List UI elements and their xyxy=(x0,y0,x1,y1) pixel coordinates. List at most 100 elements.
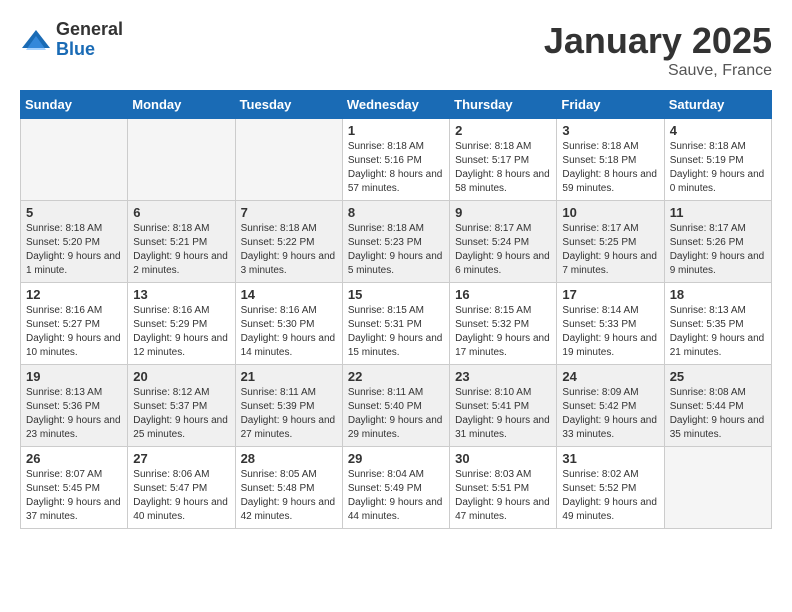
day-number: 5 xyxy=(26,205,122,220)
day-number: 15 xyxy=(348,287,444,302)
weekday-header: Monday xyxy=(128,91,235,119)
weekday-header: Saturday xyxy=(664,91,771,119)
calendar-day-cell: 3 Sunrise: 8:18 AM Sunset: 5:18 PM Daylig… xyxy=(557,119,664,201)
title-block: January 2025 Sauve, France xyxy=(544,20,772,80)
day-number: 23 xyxy=(455,369,551,384)
calendar-week-row: 26 Sunrise: 8:07 AM Sunset: 5:45 PM Dayli… xyxy=(21,447,772,529)
day-info: Sunrise: 8:13 AM Sunset: 5:35 PM Dayligh… xyxy=(670,304,766,360)
calendar-day-cell: 14 Sunrise: 8:16 AM Sunset: 5:30 PM Dayli… xyxy=(235,283,342,365)
day-number: 28 xyxy=(241,451,337,466)
calendar-day-cell: 1 Sunrise: 8:18 AM Sunset: 5:16 PM Daylig… xyxy=(342,119,449,201)
day-info: Sunrise: 8:12 AM Sunset: 5:37 PM Dayligh… xyxy=(133,386,229,442)
day-info: Sunrise: 8:08 AM Sunset: 5:44 PM Dayligh… xyxy=(670,386,766,442)
day-number: 1 xyxy=(348,123,444,138)
day-number: 22 xyxy=(348,369,444,384)
day-info: Sunrise: 8:18 AM Sunset: 5:18 PM Dayligh… xyxy=(562,140,658,196)
logo-text: General Blue xyxy=(56,20,123,60)
day-info: Sunrise: 8:09 AM Sunset: 5:42 PM Dayligh… xyxy=(562,386,658,442)
logo-general-text: General xyxy=(56,20,123,40)
calendar-day-cell: 17 Sunrise: 8:14 AM Sunset: 5:33 PM Dayli… xyxy=(557,283,664,365)
day-number: 26 xyxy=(26,451,122,466)
day-info: Sunrise: 8:16 AM Sunset: 5:27 PM Dayligh… xyxy=(26,304,122,360)
calendar-day-cell: 27 Sunrise: 8:06 AM Sunset: 5:47 PM Dayli… xyxy=(128,447,235,529)
day-number: 8 xyxy=(348,205,444,220)
calendar-day-cell: 6 Sunrise: 8:18 AM Sunset: 5:21 PM Daylig… xyxy=(128,201,235,283)
calendar-day-cell xyxy=(21,119,128,201)
logo-icon xyxy=(20,26,52,54)
day-number: 16 xyxy=(455,287,551,302)
day-info: Sunrise: 8:05 AM Sunset: 5:48 PM Dayligh… xyxy=(241,468,337,524)
calendar-day-cell: 5Sunrise: 8:18 AM Sunset: 5:20 PM Daylig… xyxy=(21,201,128,283)
calendar-day-cell xyxy=(664,447,771,529)
day-info: Sunrise: 8:16 AM Sunset: 5:30 PM Dayligh… xyxy=(241,304,337,360)
day-info: Sunrise: 8:17 AM Sunset: 5:24 PM Dayligh… xyxy=(455,222,551,278)
day-number: 10 xyxy=(562,205,658,220)
weekday-header: Friday xyxy=(557,91,664,119)
calendar-day-cell: 21Sunrise: 8:11 AM Sunset: 5:39 PM Dayli… xyxy=(235,365,342,447)
day-number: 14 xyxy=(241,287,337,302)
calendar-day-cell: 15 Sunrise: 8:15 AM Sunset: 5:31 PM Dayli… xyxy=(342,283,449,365)
day-number: 13 xyxy=(133,287,229,302)
day-info: Sunrise: 8:15 AM Sunset: 5:32 PM Dayligh… xyxy=(455,304,551,360)
calendar-day-cell: 20 Sunrise: 8:12 AM Sunset: 5:37 PM Dayli… xyxy=(128,365,235,447)
day-number: 6 xyxy=(133,205,229,220)
day-number: 29 xyxy=(348,451,444,466)
logo-blue-text: Blue xyxy=(56,40,123,60)
calendar-day-cell: 24 Sunrise: 8:09 AM Sunset: 5:42 PM Dayli… xyxy=(557,365,664,447)
calendar-day-cell: 31Sunrise: 8:02 AM Sunset: 5:52 PM Dayli… xyxy=(557,447,664,529)
day-number: 25 xyxy=(670,369,766,384)
day-number: 7 xyxy=(241,205,337,220)
day-info: Sunrise: 8:18 AM Sunset: 5:23 PM Dayligh… xyxy=(348,222,444,278)
day-info: Sunrise: 8:17 AM Sunset: 5:26 PM Dayligh… xyxy=(670,222,766,278)
calendar-day-cell: 11 Sunrise: 8:17 AM Sunset: 5:26 PM Dayli… xyxy=(664,201,771,283)
calendar-table: SundayMondayTuesdayWednesdayThursdayFrid… xyxy=(20,90,772,529)
calendar-day-cell: 29Sunrise: 8:04 AM Sunset: 5:49 PM Dayli… xyxy=(342,447,449,529)
day-number: 11 xyxy=(670,205,766,220)
day-info: Sunrise: 8:15 AM Sunset: 5:31 PM Dayligh… xyxy=(348,304,444,360)
calendar-day-cell: 9 Sunrise: 8:17 AM Sunset: 5:24 PM Daylig… xyxy=(450,201,557,283)
calendar-day-cell: 12 Sunrise: 8:16 AM Sunset: 5:27 PM Dayli… xyxy=(21,283,128,365)
day-info: Sunrise: 8:18 AM Sunset: 5:16 PM Dayligh… xyxy=(348,140,444,196)
day-number: 2 xyxy=(455,123,551,138)
calendar-week-row: 12 Sunrise: 8:16 AM Sunset: 5:27 PM Dayli… xyxy=(21,283,772,365)
calendar-week-row: 1 Sunrise: 8:18 AM Sunset: 5:16 PM Daylig… xyxy=(21,119,772,201)
day-info: Sunrise: 8:18 AM Sunset: 5:19 PM Dayligh… xyxy=(670,140,766,196)
day-number: 18 xyxy=(670,287,766,302)
weekday-header: Sunday xyxy=(21,91,128,119)
weekday-header: Wednesday xyxy=(342,91,449,119)
day-number: 20 xyxy=(133,369,229,384)
weekday-header: Tuesday xyxy=(235,91,342,119)
calendar-day-cell xyxy=(235,119,342,201)
day-number: 27 xyxy=(133,451,229,466)
day-info: Sunrise: 8:16 AM Sunset: 5:29 PM Dayligh… xyxy=(133,304,229,360)
calendar-day-cell: 7Sunrise: 8:18 AM Sunset: 5:22 PM Daylig… xyxy=(235,201,342,283)
weekday-header: Thursday xyxy=(450,91,557,119)
day-number: 24 xyxy=(562,369,658,384)
day-number: 19 xyxy=(26,369,122,384)
day-info: Sunrise: 8:18 AM Sunset: 5:17 PM Dayligh… xyxy=(455,140,551,196)
day-info: Sunrise: 8:14 AM Sunset: 5:33 PM Dayligh… xyxy=(562,304,658,360)
day-number: 21 xyxy=(241,369,337,384)
day-info: Sunrise: 8:06 AM Sunset: 5:47 PM Dayligh… xyxy=(133,468,229,524)
day-number: 9 xyxy=(455,205,551,220)
day-number: 3 xyxy=(562,123,658,138)
day-number: 17 xyxy=(562,287,658,302)
day-number: 4 xyxy=(670,123,766,138)
day-number: 12 xyxy=(26,287,122,302)
day-info: Sunrise: 8:18 AM Sunset: 5:21 PM Dayligh… xyxy=(133,222,229,278)
calendar-day-cell: 25 Sunrise: 8:08 AM Sunset: 5:44 PM Dayli… xyxy=(664,365,771,447)
day-info: Sunrise: 8:07 AM Sunset: 5:45 PM Dayligh… xyxy=(26,468,122,524)
calendar-week-row: 19Sunrise: 8:13 AM Sunset: 5:36 PM Dayli… xyxy=(21,365,772,447)
calendar-day-cell: 22Sunrise: 8:11 AM Sunset: 5:40 PM Dayli… xyxy=(342,365,449,447)
calendar-week-row: 5Sunrise: 8:18 AM Sunset: 5:20 PM Daylig… xyxy=(21,201,772,283)
calendar-day-cell: 2 Sunrise: 8:18 AM Sunset: 5:17 PM Daylig… xyxy=(450,119,557,201)
day-info: Sunrise: 8:17 AM Sunset: 5:25 PM Dayligh… xyxy=(562,222,658,278)
calendar-day-cell: 28 Sunrise: 8:05 AM Sunset: 5:48 PM Dayli… xyxy=(235,447,342,529)
calendar-day-cell: 18 Sunrise: 8:13 AM Sunset: 5:35 PM Dayli… xyxy=(664,283,771,365)
calendar-day-cell: 26 Sunrise: 8:07 AM Sunset: 5:45 PM Dayli… xyxy=(21,447,128,529)
day-number: 31 xyxy=(562,451,658,466)
calendar-day-cell: 30Sunrise: 8:03 AM Sunset: 5:51 PM Dayli… xyxy=(450,447,557,529)
location: Sauve, France xyxy=(544,62,772,80)
calendar-day-cell: 23Sunrise: 8:10 AM Sunset: 5:41 PM Dayli… xyxy=(450,365,557,447)
weekday-header-row: SundayMondayTuesdayWednesdayThursdayFrid… xyxy=(21,91,772,119)
